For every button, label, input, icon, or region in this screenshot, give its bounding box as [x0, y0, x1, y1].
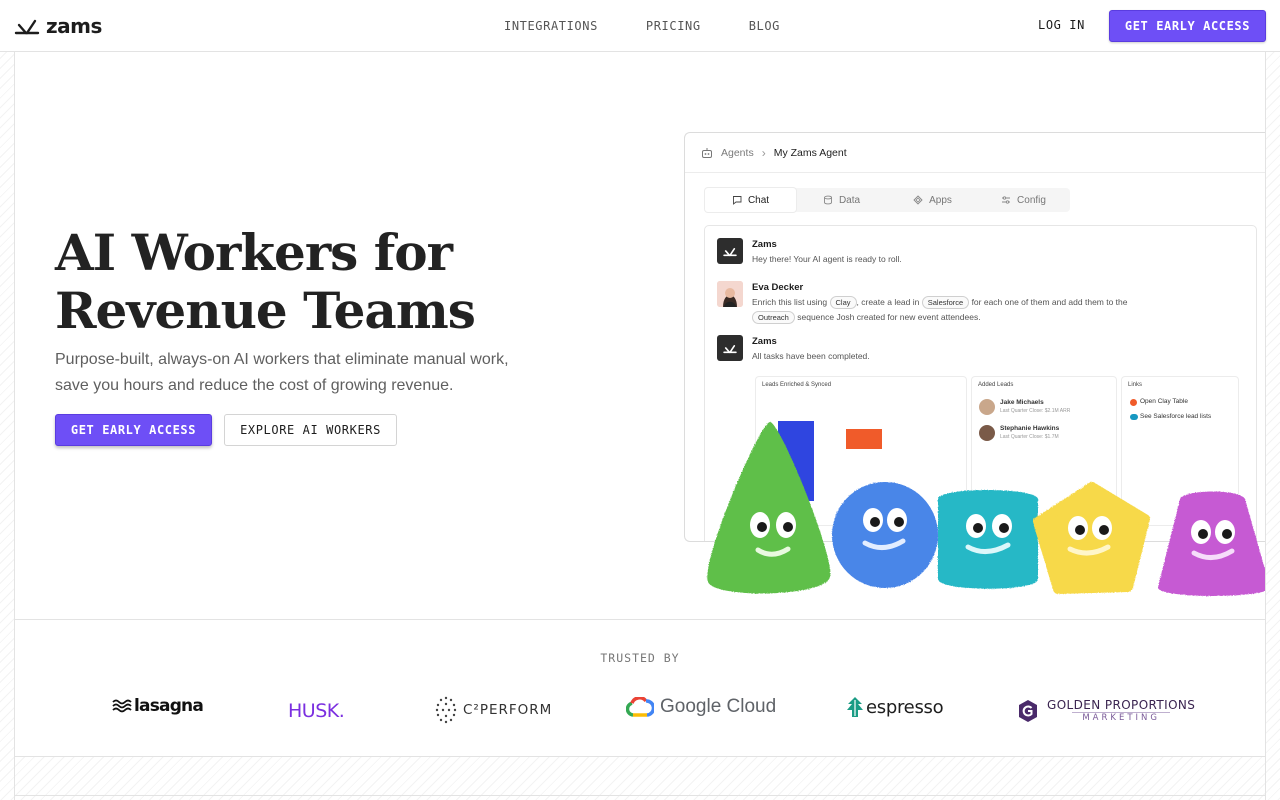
message-text: Hey there! Your AI agent is ready to rol…: [752, 254, 902, 264]
tab-chat[interactable]: Chat: [705, 188, 796, 212]
message-text-part: Enrich this list using: [752, 297, 828, 307]
hero-title: AI Workers for Revenue Teams: [55, 224, 575, 340]
header-get-early-access-button[interactable]: GET EARLY ACCESS: [1109, 10, 1266, 42]
trusted-by-section: TRUSTED BY lasagna HUSK. C²PERFORM Googl…: [14, 620, 1266, 757]
c2perform-dots-icon: [435, 696, 457, 724]
panel-title: Added Leads: [978, 382, 1014, 388]
link-item[interactable]: Open Clay Table: [1140, 398, 1188, 405]
zams-avatar: [717, 335, 743, 361]
get-early-access-button[interactable]: GET EARLY ACCESS: [55, 414, 212, 446]
hero-subtitle: Purpose-built, always-on AI workers that…: [55, 347, 555, 399]
tab-chat-label: Chat: [747, 194, 770, 206]
main-nav: INTEGRATIONS PRICING BLOG: [504, 19, 780, 33]
golden-proportions-logo: GOLDEN PROPORTIONS MARKETING: [1017, 698, 1195, 724]
logo[interactable]: zams: [14, 14, 102, 38]
brand-name: GOLDEN PROPORTIONS: [1047, 698, 1196, 712]
sliders-icon: [1002, 196, 1011, 204]
explore-ai-workers-button[interactable]: EXPLORE AI WORKERS: [224, 414, 397, 446]
message-text-part: sequence Josh created for new event atte…: [797, 312, 981, 322]
message-author: Zams: [752, 336, 777, 347]
zams-logo-icon: [723, 247, 737, 256]
tab-data[interactable]: Data: [796, 188, 887, 212]
breadcrumb-agents[interactable]: Agents: [721, 147, 754, 159]
hero-section: AI Workers for Revenue Teams Purpose-bui…: [14, 52, 1266, 620]
user-avatar: [717, 281, 743, 307]
brand-subname: MARKETING: [1072, 712, 1170, 724]
robot-icon: [702, 147, 712, 158]
brand-name: lasagna: [134, 696, 204, 716]
brand-name: HUSK.: [288, 700, 345, 722]
hero-subtitle-line-1: Purpose-built, always-on AI workers that…: [55, 351, 509, 368]
tab-config[interactable]: Config: [978, 188, 1069, 212]
panel-title: Links: [1128, 382, 1143, 388]
zams-logo-icon: [14, 19, 40, 35]
database-icon: [823, 195, 832, 205]
panel-title: Leads Enriched & Synced: [762, 382, 832, 388]
bottom-divider: [14, 757, 1266, 800]
login-link[interactable]: LOG IN: [1038, 18, 1085, 32]
hero-title-line-1: AI Workers for: [55, 223, 453, 282]
brand-name: Google Cloud: [660, 696, 777, 717]
message-author: Eva Decker: [752, 282, 804, 293]
salesforce-chip: Salesforce: [921, 296, 970, 309]
husk-logo: HUSK.: [288, 700, 345, 722]
chat-message: Eva Decker Enrich this list using Clay, …: [717, 281, 1128, 325]
google-cloud-logo: Google Cloud: [626, 696, 776, 718]
chat-message: Zams Hey there! Your AI agent is ready t…: [717, 238, 902, 267]
nav-blog[interactable]: BLOG: [749, 19, 780, 33]
tab-apps[interactable]: Apps: [887, 188, 978, 212]
site-header: zams INTEGRATIONS PRICING BLOG LOG IN GE…: [0, 0, 1280, 52]
tab-data-label: Data: [838, 194, 861, 206]
message-text: All tasks have been completed.: [752, 351, 870, 361]
nav-integrations[interactable]: INTEGRATIONS: [504, 19, 598, 33]
brand-name: espresso: [866, 696, 944, 718]
clay-chip: Clay: [829, 296, 857, 309]
lasagna-logo: lasagna: [112, 696, 204, 716]
logo-text: zams: [46, 14, 102, 38]
espresso-tree-icon: [847, 697, 863, 717]
green-triangle-character: [707, 422, 831, 594]
message-text-part: for each one of them and add them to the: [971, 297, 1128, 307]
yellow-pentagon-character: [1033, 482, 1150, 594]
apps-icon: [913, 195, 923, 205]
chat-message: Zams All tasks have been completed.: [717, 335, 870, 364]
espresso-logo: espresso: [846, 696, 944, 718]
blue-ball-character: [832, 482, 938, 588]
purple-trapezoid-character: [1157, 491, 1265, 596]
tab-config-label: Config: [1017, 194, 1046, 206]
app-tabs: Chat Data Apps Config: [705, 188, 1070, 212]
google-cloud-icon: [626, 697, 654, 717]
hexagon-g-icon: [1019, 700, 1037, 722]
message-text: Enrich this list using Clay, create a le…: [752, 295, 1128, 325]
zams-avatar: [717, 238, 743, 264]
lasagna-waves-icon: [112, 699, 132, 713]
brand-wordmark: GOLDEN PROPORTIONS MARKETING: [1047, 698, 1195, 724]
breadcrumb: Agents › My Zams Agent: [685, 133, 1265, 173]
breadcrumb-current: My Zams Agent: [773, 146, 847, 159]
user-photo-icon: [717, 281, 743, 307]
zams-logo-icon: [723, 344, 737, 353]
trusted-by-label: TRUSTED BY: [600, 651, 680, 665]
c2perform-logo: C²PERFORM: [435, 696, 552, 724]
brand-name: C²PERFORM: [463, 702, 553, 718]
outreach-chip: Outreach: [752, 311, 795, 324]
message-author: Zams: [752, 239, 777, 250]
chevron-right-icon: ›: [761, 145, 766, 160]
teal-cylinder-character: [938, 490, 1038, 589]
chat-icon: [732, 196, 742, 205]
message-text-part: , create a lead in: [856, 297, 920, 307]
clay-icon: [1130, 399, 1137, 406]
lead-name: Jake Michaels: [1000, 399, 1044, 406]
tab-apps-label: Apps: [929, 194, 952, 206]
hero-title-line-2: Revenue Teams: [55, 281, 476, 340]
hero-subtitle-line-2: save you hours and reduce the cost of gr…: [55, 377, 454, 394]
mascot-characters-illustration: [707, 422, 1265, 596]
nav-pricing[interactable]: PRICING: [646, 19, 701, 33]
